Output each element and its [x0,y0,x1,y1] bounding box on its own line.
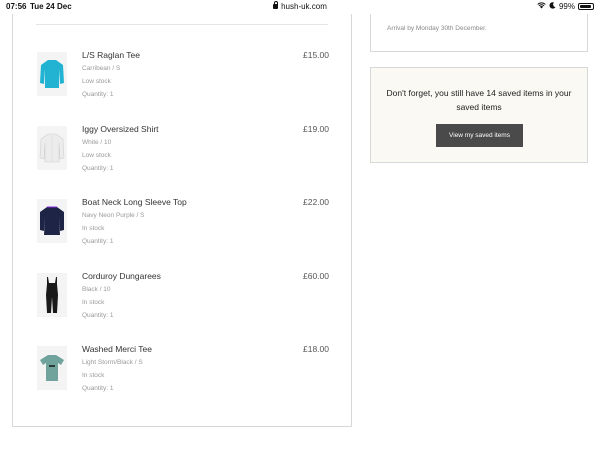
product-quantity: Quantity: 1 [82,312,114,319]
product-price: £19.00 [303,124,329,134]
product-name[interactable]: Iggy Oversized Shirt [82,124,159,134]
product-quantity: Quantity: 1 [82,165,114,172]
battery-percent: 99% [558,2,575,11]
product-variant: Carribean / S [82,65,121,72]
saved-items-message: Don't forget, you still have 14 saved it… [386,88,572,112]
moon-icon [549,2,556,11]
url-text: hush-uk.com [281,2,327,11]
shirt-icon [39,133,65,163]
stock-status: In stock [82,299,105,306]
product-quantity: Quantity: 1 [82,91,114,98]
status-bar: 07:56 Tue 24 Dec hush-uk.com 99% [0,0,600,14]
arrival-date: Arrival by Monday 30th December. [387,25,487,32]
product-name[interactable]: Corduroy Dungarees [82,271,161,281]
product-image[interactable] [37,273,67,317]
stock-status: Low stock [82,152,111,159]
address-bar[interactable]: hush-uk.com [0,1,600,11]
lock-icon [273,1,279,9]
order-item: Washed Merci Tee £18.00 Light Storm/Blac… [37,344,329,406]
product-image[interactable] [37,52,67,96]
order-item: Iggy Oversized Shirt £19.00 White / 10 L… [37,124,329,186]
dungarees-icon [46,277,58,313]
product-image[interactable] [37,199,67,243]
product-image[interactable] [37,346,67,390]
product-price: £22.00 [303,197,329,207]
product-variant: White / 10 [82,139,112,146]
product-variant: Black / 10 [82,286,111,293]
longsleeve-top-icon [40,60,64,88]
product-price: £15.00 [303,50,329,60]
product-name[interactable]: Boat Neck Long Sleeve Top [82,197,187,207]
saved-items-panel: Don't forget, you still have 14 saved it… [370,67,588,163]
product-image[interactable] [37,126,67,170]
product-variant: Light Storm/Black / S [82,359,143,366]
order-item: L/S Raglan Tee £15.00 Carribean / S Low … [37,50,329,112]
product-name[interactable]: Washed Merci Tee [82,344,152,354]
product-price: £18.00 [303,344,329,354]
product-variant: Navy Neon Purple / S [82,212,145,219]
product-quantity: Quantity: 1 [82,385,114,392]
stock-status: In stock [82,372,105,379]
product-quantity: Quantity: 1 [82,238,114,245]
order-items-panel: L/S Raglan Tee £15.00 Carribean / S Low … [12,14,352,427]
delivery-panel: Arrival by Monday 30th December. [370,14,588,52]
view-saved-items-button[interactable]: View my saved items [436,124,523,147]
order-item: Boat Neck Long Sleeve Top £22.00 Navy Ne… [37,197,329,259]
stock-status: Low stock [82,78,111,85]
boat-neck-top-icon [40,206,64,235]
order-item: Corduroy Dungarees £60.00 Black / 10 In … [37,271,329,333]
product-price: £60.00 [303,271,329,281]
battery-icon [578,3,594,10]
wifi-icon [537,2,546,11]
stock-status: In stock [82,225,105,232]
status-indicators: 99% [537,2,594,11]
tshirt-icon [40,355,64,381]
divider [36,24,328,25]
product-name[interactable]: L/S Raglan Tee [82,50,140,60]
